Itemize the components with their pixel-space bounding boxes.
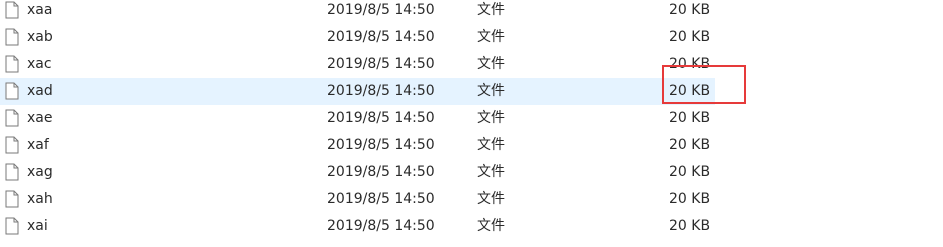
file-type: 文件 bbox=[477, 110, 505, 126]
file-icon bbox=[5, 82, 19, 100]
file-name: xaa bbox=[27, 2, 53, 18]
file-size: 20 KB bbox=[669, 218, 711, 234]
file-type: 文件 bbox=[477, 56, 505, 72]
file-row[interactable]: xae 2019/8/5 14:50 文件 20 KB bbox=[0, 105, 943, 132]
file-type: 文件 bbox=[477, 164, 505, 180]
file-icon bbox=[5, 55, 19, 73]
file-icon bbox=[5, 217, 19, 235]
file-row[interactable]: xaf 2019/8/5 14:50 文件 20 KB bbox=[0, 132, 943, 159]
file-name: xaf bbox=[27, 137, 49, 153]
file-list: xaa 2019/8/5 14:50 文件 20 KB xab 2019/8/5… bbox=[0, 0, 943, 244]
file-icon bbox=[5, 136, 19, 154]
file-modified: 2019/8/5 14:50 bbox=[327, 218, 435, 234]
file-name: xai bbox=[27, 218, 48, 234]
file-icon bbox=[5, 163, 19, 181]
file-size: 20 KB bbox=[669, 29, 711, 45]
file-modified: 2019/8/5 14:50 bbox=[327, 191, 435, 207]
file-modified: 2019/8/5 14:50 bbox=[327, 83, 435, 99]
file-icon bbox=[5, 28, 19, 46]
file-name: xae bbox=[27, 110, 53, 126]
file-row[interactable]: xag 2019/8/5 14:50 文件 20 KB bbox=[0, 159, 943, 186]
file-name: xah bbox=[27, 191, 53, 207]
file-type: 文件 bbox=[477, 218, 505, 234]
file-modified: 2019/8/5 14:50 bbox=[327, 110, 435, 126]
red-highlight-box bbox=[662, 65, 746, 104]
file-icon bbox=[5, 190, 19, 208]
file-row[interactable]: xab 2019/8/5 14:50 文件 20 KB bbox=[0, 24, 943, 51]
file-size: 20 KB bbox=[669, 137, 711, 153]
file-row[interactable]: xaa 2019/8/5 14:50 文件 20 KB bbox=[0, 0, 943, 24]
file-name: xac bbox=[27, 56, 52, 72]
file-size: 20 KB bbox=[669, 2, 711, 18]
file-type: 文件 bbox=[477, 191, 505, 207]
file-size: 20 KB bbox=[669, 110, 711, 126]
file-modified: 2019/8/5 14:50 bbox=[327, 29, 435, 45]
file-modified: 2019/8/5 14:50 bbox=[327, 56, 435, 72]
file-icon bbox=[5, 1, 19, 19]
file-size: 20 KB bbox=[669, 164, 711, 180]
file-row[interactable]: xah 2019/8/5 14:50 文件 20 KB bbox=[0, 186, 943, 213]
file-modified: 2019/8/5 14:50 bbox=[327, 164, 435, 180]
file-type: 文件 bbox=[477, 137, 505, 153]
file-size: 20 KB bbox=[669, 191, 711, 207]
file-type: 文件 bbox=[477, 29, 505, 45]
file-name: xag bbox=[27, 164, 53, 180]
file-row[interactable]: xac 2019/8/5 14:50 文件 20 KB bbox=[0, 51, 943, 78]
file-row-selected[interactable]: xad 2019/8/5 14:50 文件 20 KB bbox=[0, 78, 943, 105]
file-type: 文件 bbox=[477, 2, 505, 18]
file-row[interactable]: xai 2019/8/5 14:50 文件 20 KB bbox=[0, 213, 943, 240]
file-name: xad bbox=[27, 83, 53, 99]
file-type: 文件 bbox=[477, 83, 505, 99]
file-modified: 2019/8/5 14:50 bbox=[327, 137, 435, 153]
file-name: xab bbox=[27, 29, 53, 45]
file-modified: 2019/8/5 14:50 bbox=[327, 2, 435, 18]
file-icon bbox=[5, 109, 19, 127]
